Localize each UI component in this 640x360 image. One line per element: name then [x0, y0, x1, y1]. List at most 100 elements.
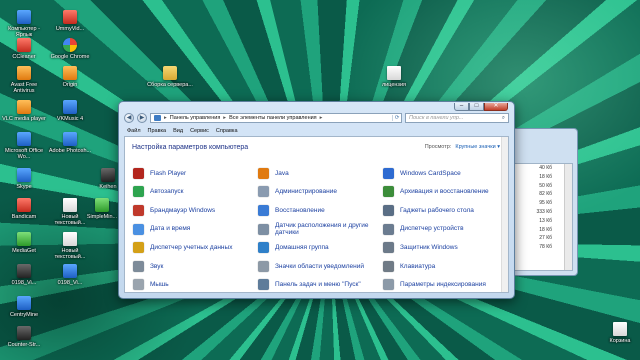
desktop-shortcut[interactable]: CentryMine	[0, 296, 48, 318]
bandicam-icon	[17, 198, 31, 212]
control-panel-item[interactable]: Диспетчер учетных данных	[133, 238, 258, 257]
desktop-shortcut-label: Skype	[16, 184, 32, 190]
desktop-shortcut-label: Корзина	[609, 338, 631, 344]
homegroup-icon	[258, 242, 269, 254]
control-panel-item-label: Панель задач и меню "Пуск"	[275, 281, 361, 289]
menu-item[interactable]: Справка	[216, 128, 238, 134]
control-panel-item[interactable]: Брандмауэр Windows	[133, 201, 258, 220]
credential-manager-icon	[133, 242, 144, 254]
firewall-icon	[133, 204, 144, 216]
desktop-shortcut[interactable]: Google Chrome	[46, 38, 94, 60]
desktop-shortcut[interactable]: Новый текстовый...	[46, 232, 94, 260]
skype-icon	[17, 168, 31, 182]
desktop-shortcut[interactable]: UmmyVid...	[46, 10, 94, 32]
vlc-icon	[17, 100, 31, 114]
page-title: Настройка параметров компьютера	[132, 143, 249, 151]
control-panel-item[interactable]: Клавиатура	[383, 257, 508, 276]
control-panel-window[interactable]: – □ ✕ ◀ ▶ ▸ Панель управления ▸ Все элем…	[118, 101, 515, 299]
desktop-shortcut[interactable]: Компьютер - Ярлык	[0, 10, 48, 38]
control-panel-item[interactable]: Архивация и восстановление	[383, 183, 508, 202]
search-input[interactable]: Поиск в панели упр... ⌕	[405, 113, 509, 123]
view-by: Просмотр: Крупные значки ▾	[425, 144, 500, 150]
file-size: 78 Кб	[539, 244, 552, 251]
control-panel-item-label: Дата и время	[150, 225, 191, 233]
desktop-shortcut-label: Adobe Photosh...	[48, 148, 92, 154]
control-panel-item[interactable]: Администрирование	[258, 183, 383, 202]
breadcrumb-control-panel[interactable]: Панель управления	[170, 115, 221, 121]
control-panel-item[interactable]: Гаджеты рабочего стола	[383, 201, 508, 220]
desktop-shortcut[interactable]: 0198_Vi...	[46, 264, 94, 286]
control-panel-item[interactable]: Мышь	[133, 276, 258, 295]
desktop-shortcut[interactable]: Microsoft Office Wo...	[0, 132, 48, 160]
file-size: 333 Кб	[536, 208, 552, 215]
desktop-shortcut[interactable]: Origin	[46, 66, 94, 88]
control-panel-item[interactable]: Диспетчер устройств	[383, 220, 508, 239]
recovery-icon	[258, 204, 269, 216]
control-panel-item[interactable]: Windows CardSpace	[383, 164, 508, 183]
scrollbar[interactable]	[501, 137, 508, 292]
control-panel-item[interactable]: Домашняя группа	[258, 238, 383, 257]
control-panel-item[interactable]: Java	[258, 164, 383, 183]
desktop-shortcut[interactable]: VLC media player	[0, 100, 48, 122]
gadgets-icon	[383, 204, 394, 216]
text-file-icon	[63, 232, 77, 246]
menu-item[interactable]: Правка	[148, 128, 167, 134]
refresh-icon[interactable]: ⟳	[392, 115, 401, 121]
control-panel-item[interactable]: Защитник Windows	[383, 238, 508, 257]
breadcrumb-all-items[interactable]: Все элементы панели управления	[229, 115, 317, 121]
menu-item[interactable]: Файл	[127, 128, 141, 134]
control-panel-item[interactable]: Восстановление	[258, 201, 383, 220]
control-panel-item-label: Клавиатура	[400, 262, 436, 270]
view-by-dropdown[interactable]: Крупные значки ▾	[455, 144, 500, 150]
text-file-icon	[63, 198, 77, 212]
desktop-shortcut[interactable]: MediaGet	[0, 232, 48, 254]
control-panel-item-label: Flash Player	[150, 169, 187, 177]
control-panel-item[interactable]: Дата и время	[133, 220, 258, 239]
address-bar[interactable]: ▸ Панель управления ▸ Все элементы панел…	[150, 113, 402, 123]
control-panel-item[interactable]: Параметры индексирования	[383, 276, 508, 295]
back-arrow-icon[interactable]: ◀	[124, 113, 134, 123]
control-panel-item[interactable]: Звук	[133, 257, 258, 276]
desktop-shortcut-label: UmmyVid...	[55, 26, 85, 32]
scrollbar[interactable]	[564, 164, 572, 270]
close-button[interactable]: ✕	[484, 103, 508, 111]
search-icon[interactable]: ⌕	[502, 115, 505, 122]
control-panel-item[interactable]: Flash Player	[133, 164, 258, 183]
menu-item[interactable]: Вид	[173, 128, 183, 134]
desktop-shortcut-label: Сборка сервера...	[147, 82, 193, 88]
control-panel-item[interactable]: Датчик расположения и другие датчики	[258, 220, 383, 239]
desktop-shortcut[interactable]: 0198_Vi...	[0, 264, 48, 286]
video-file-icon	[63, 264, 77, 278]
text-file-icon	[387, 66, 401, 80]
desktop-shortcut[interactable]: Skype	[0, 168, 48, 190]
control-panel-item[interactable]: Автозапуск	[133, 183, 258, 202]
desktop-shortcut[interactable]: Bandicam	[0, 198, 48, 220]
control-panel-item[interactable]: Панель задач и меню "Пуск"	[258, 276, 383, 295]
control-panel-item[interactable]: Значки области уведомлений	[258, 257, 383, 276]
centrymine-icon	[17, 296, 31, 310]
desktop-shortcut[interactable]: Сборка сервера...	[146, 66, 194, 88]
desktop-shortcut[interactable]: лицензия	[370, 66, 418, 88]
desktop-shortcut-label: VLC media player	[2, 116, 46, 122]
desktop-shortcut-label: CCleaner	[12, 54, 36, 60]
desktop-shortcut[interactable]: CCleaner	[0, 38, 48, 60]
desktop-shortcut-label: лицензия	[381, 82, 407, 88]
menu-bar: Файл Правка Вид Сервис Справка	[124, 126, 509, 135]
minimize-button[interactable]: –	[454, 103, 469, 111]
sensor-icon	[258, 223, 269, 235]
desktop-shortcut-label: VKMusic 4	[56, 116, 84, 122]
menu-item[interactable]: Сервис	[190, 128, 209, 134]
maximize-button[interactable]: □	[469, 103, 484, 111]
desktop-shortcut-label: Origin	[62, 82, 78, 88]
desktop-shortcut[interactable]: Avast Free Antivirus	[0, 66, 48, 94]
notification-icons-icon	[258, 260, 269, 272]
desktop-shortcut[interactable]: Counter-Str...	[0, 326, 48, 348]
forward-arrow-icon[interactable]: ▶	[137, 113, 147, 123]
admin-tools-icon	[258, 186, 269, 198]
desktop-shortcut[interactable]: Adobe Photosh...	[46, 132, 94, 154]
desktop-shortcut[interactable]: Корзина	[596, 322, 640, 344]
control-panel-item-label: Архивация и восстановление	[400, 188, 489, 196]
desktop-shortcut-label: Counter-Str...	[7, 342, 41, 348]
desktop-shortcut[interactable]: VKMusic 4	[46, 100, 94, 122]
desktop-shortcut-label: Google Chrome	[50, 54, 90, 60]
